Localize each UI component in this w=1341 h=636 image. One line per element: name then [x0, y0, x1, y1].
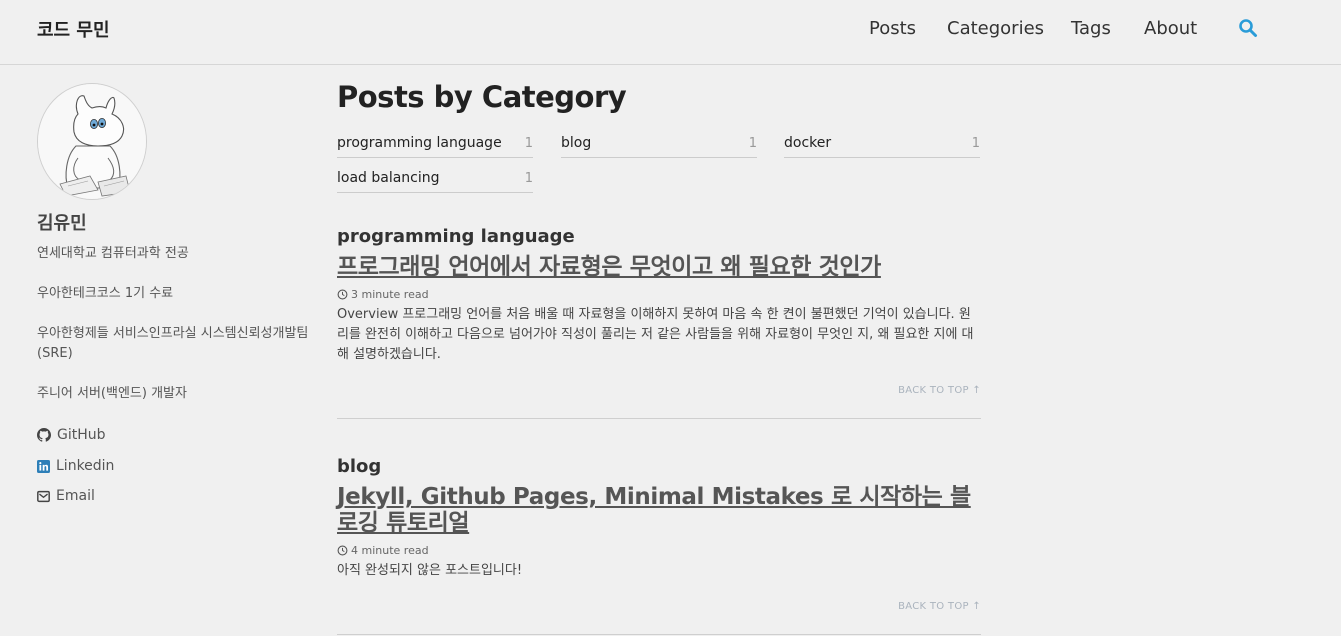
category-name: blog [561, 135, 592, 151]
category-count: 1 [748, 136, 757, 151]
main-nav: Posts Categories Tags About [0, 17, 1341, 43]
email-icon [37, 490, 50, 502]
nav-item-posts[interactable]: Posts [869, 17, 916, 41]
moomin-avatar-image [38, 84, 146, 199]
author-sidebar: 김유민 연세대학교 컴퓨터과학 전공 우아한테크코스 1기 수료 우아한형제들 … [37, 83, 317, 504]
section-divider [337, 634, 981, 635]
author-bio-line: 우아한형제들 서비스인프라실 시스템신뢰성개발팀(SRE) [37, 326, 309, 361]
post-excerpt: Overview 프로그래밍 언어를 처음 배울 때 자료형을 이해하지 못하여… [337, 307, 974, 362]
search-icon [1239, 19, 1257, 37]
category-link[interactable]: blog 1 [561, 132, 757, 158]
read-time: 4 minute read [337, 544, 429, 557]
masthead: 코드 무민 Posts Categories Tags About [0, 0, 1341, 65]
author-bio-line: 우아한테크코스 1기 수료 [37, 286, 174, 301]
category-name: programming language [337, 135, 502, 151]
category-name: load balancing [337, 170, 440, 186]
category-count: 1 [971, 136, 980, 151]
github-link[interactable]: GitHub [37, 427, 106, 443]
nav-item-about[interactable]: About [1144, 17, 1197, 41]
author-bio-line: 연세대학교 컴퓨터과학 전공 [37, 246, 189, 261]
read-time-label: 4 minute read [351, 544, 429, 557]
author-bio-line: 주니어 서버(백엔드) 개발자 [37, 386, 187, 401]
category-count: 1 [524, 136, 533, 151]
linkedin-icon [37, 459, 50, 473]
back-to-top-link[interactable]: BACK TO TOP ↑ [898, 601, 981, 612]
category-count: 1 [524, 171, 533, 186]
nav-item-tags[interactable]: Tags [1071, 17, 1111, 41]
category-name: docker [784, 135, 832, 151]
email-link-label: Email [56, 488, 95, 504]
page-title: Posts by Category [337, 80, 627, 114]
post-title-link[interactable]: Jekyll, Github Pages, Minimal Mistakes 로… [337, 484, 981, 536]
linkedin-link[interactable]: Linkedin [37, 458, 114, 474]
category-link[interactable]: load balancing 1 [337, 167, 533, 193]
read-time-label: 3 minute read [351, 288, 429, 301]
clock-icon [337, 545, 348, 556]
back-to-top-link[interactable]: BACK TO TOP ↑ [898, 385, 981, 396]
section-title: blog [337, 456, 382, 477]
post-excerpt: 아직 완성되지 않은 포스트입니다! [337, 563, 523, 578]
github-icon [37, 428, 51, 442]
github-link-label: GitHub [57, 427, 106, 443]
category-link[interactable]: docker 1 [784, 132, 980, 158]
post-title-link[interactable]: 프로그래밍 언어에서 자료형은 무엇이고 왜 필요한 것인가 [337, 254, 981, 280]
category-link[interactable]: programming language 1 [337, 132, 533, 158]
search-button[interactable] [1238, 18, 1258, 38]
author-name: 김유민 [37, 213, 87, 234]
nav-item-categories[interactable]: Categories [947, 17, 1044, 41]
avatar [37, 83, 147, 200]
section-title: programming language [337, 226, 575, 247]
linkedin-link-label: Linkedin [56, 458, 115, 474]
clock-icon [337, 289, 348, 300]
read-time: 3 minute read [337, 288, 429, 301]
email-link[interactable]: Email [37, 488, 95, 504]
section-divider [337, 418, 981, 419]
